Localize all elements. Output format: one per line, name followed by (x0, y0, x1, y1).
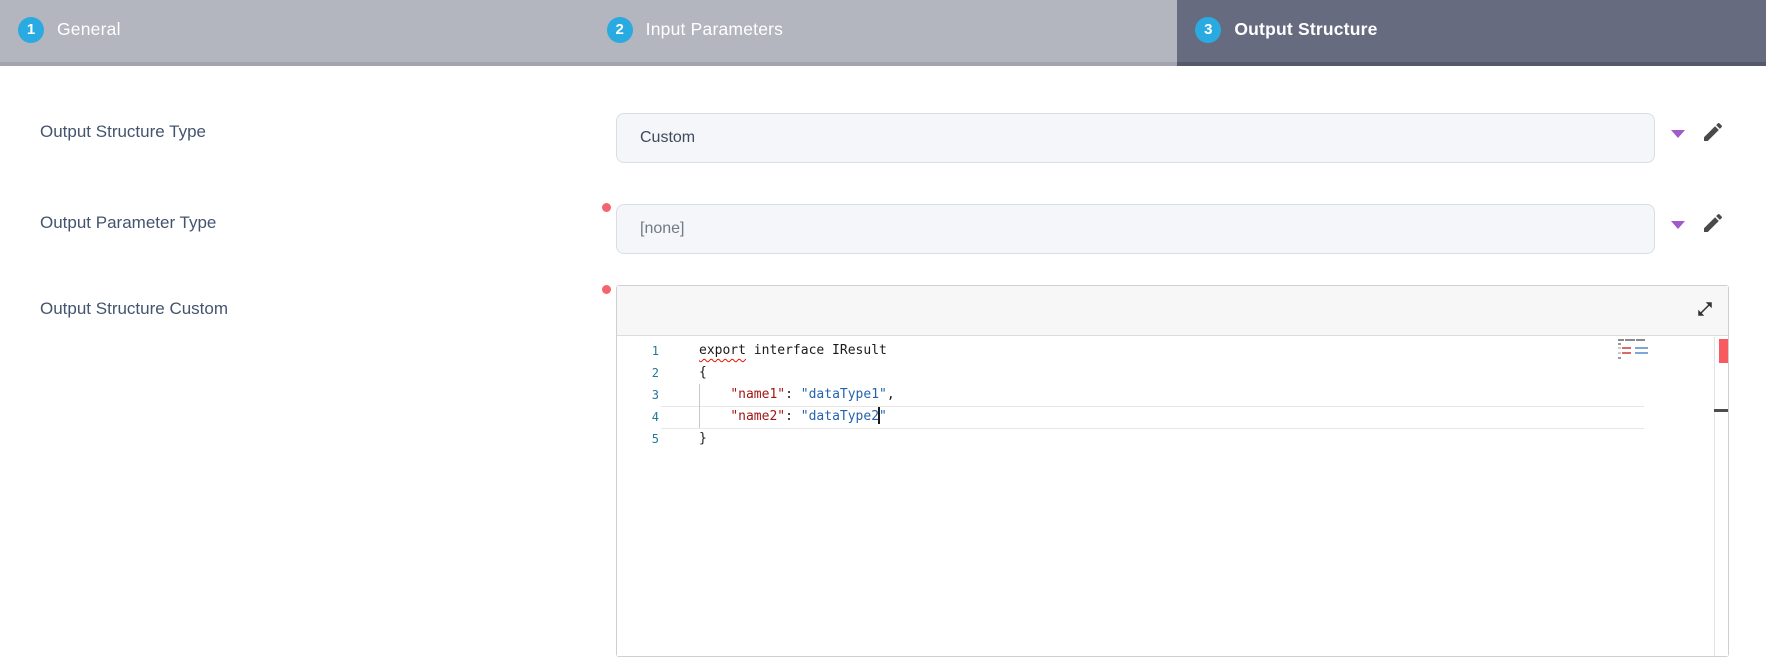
tab-label: Input Parameters (646, 19, 783, 40)
step-number-badge: 3 (1195, 17, 1221, 43)
step-number-badge: 2 (607, 17, 633, 43)
tab-general[interactable]: 1 General (0, 0, 589, 66)
edit-pencil-button[interactable] (1700, 120, 1726, 146)
code-text: export interface IResult (699, 340, 887, 362)
line-number: 2 (617, 362, 659, 384)
code-token: : (785, 409, 801, 424)
line-number: 1 (617, 340, 659, 362)
code-text: "name1": "dataType1", (699, 384, 895, 406)
tab-output-structure[interactable]: 3 Output Structure (1177, 0, 1766, 66)
code-token: { (699, 365, 707, 380)
expand-fullscreen-button[interactable] (1694, 299, 1716, 321)
code-token: "dataType2 (801, 409, 879, 424)
code-line: 4 "name2": "dataType2" (617, 406, 1728, 428)
chevron-down-icon[interactable] (1671, 130, 1685, 138)
code-line: 2{ (617, 362, 1728, 384)
editor-toolbar (617, 286, 1728, 336)
pencil-icon (1701, 120, 1725, 144)
pencil-icon (1701, 211, 1725, 235)
dropdown-selected-value: [none] (640, 220, 684, 238)
line-number: 4 (617, 406, 659, 428)
code-text: } (699, 428, 707, 450)
required-indicator-dot (602, 285, 611, 294)
chevron-down-icon[interactable] (1671, 221, 1685, 229)
code-token: " (879, 409, 887, 424)
tab-label: Output Structure (1234, 19, 1377, 40)
code-text: "name2": "dataType2" (699, 406, 887, 428)
code-token: : (785, 387, 801, 402)
code-editor: 1export interface IResult2{3 "name1": "d… (616, 285, 1729, 657)
output-parameter-type-dropdown[interactable]: [none] (616, 204, 1655, 254)
code-line: 5} (617, 428, 1728, 450)
code-pane[interactable]: 1export interface IResult2{3 "name1": "d… (617, 337, 1728, 656)
output-structure-type-label: Output Structure Type (40, 122, 206, 142)
code-token: , (887, 387, 895, 402)
code-token: export (699, 343, 746, 358)
code-line: 3 "name1": "dataType1", (617, 384, 1728, 406)
code-token: "name2" (730, 409, 785, 424)
expand-icon (1696, 300, 1714, 318)
dropdown-selected-value: Custom (640, 129, 695, 147)
code-text: { (699, 362, 707, 384)
line-number: 5 (617, 428, 659, 450)
code-token: } (699, 431, 707, 446)
required-indicator-dot (602, 203, 611, 212)
code-line: 1 export interface IResult (617, 340, 1728, 362)
tab-label: General (57, 19, 121, 40)
tab-input-parameters[interactable]: 2 Input Parameters (589, 0, 1178, 66)
edit-pencil-button[interactable] (1700, 211, 1726, 237)
output-structure-type-dropdown[interactable]: Custom (616, 113, 1655, 163)
code-token: "dataType1" (801, 387, 887, 402)
wizard-tab-bar: 1 General 2 Input Parameters 3 Output St… (0, 0, 1766, 66)
code-token: "name1" (730, 387, 785, 402)
step-number-badge: 1 (18, 17, 44, 43)
output-structure-custom-label: Output Structure Custom (40, 299, 228, 319)
output-parameter-type-label: Output Parameter Type (40, 213, 216, 233)
code-token (699, 409, 730, 424)
code-token: interface IResult (746, 343, 887, 358)
code-token (699, 387, 730, 402)
line-number: 3 (617, 384, 659, 406)
